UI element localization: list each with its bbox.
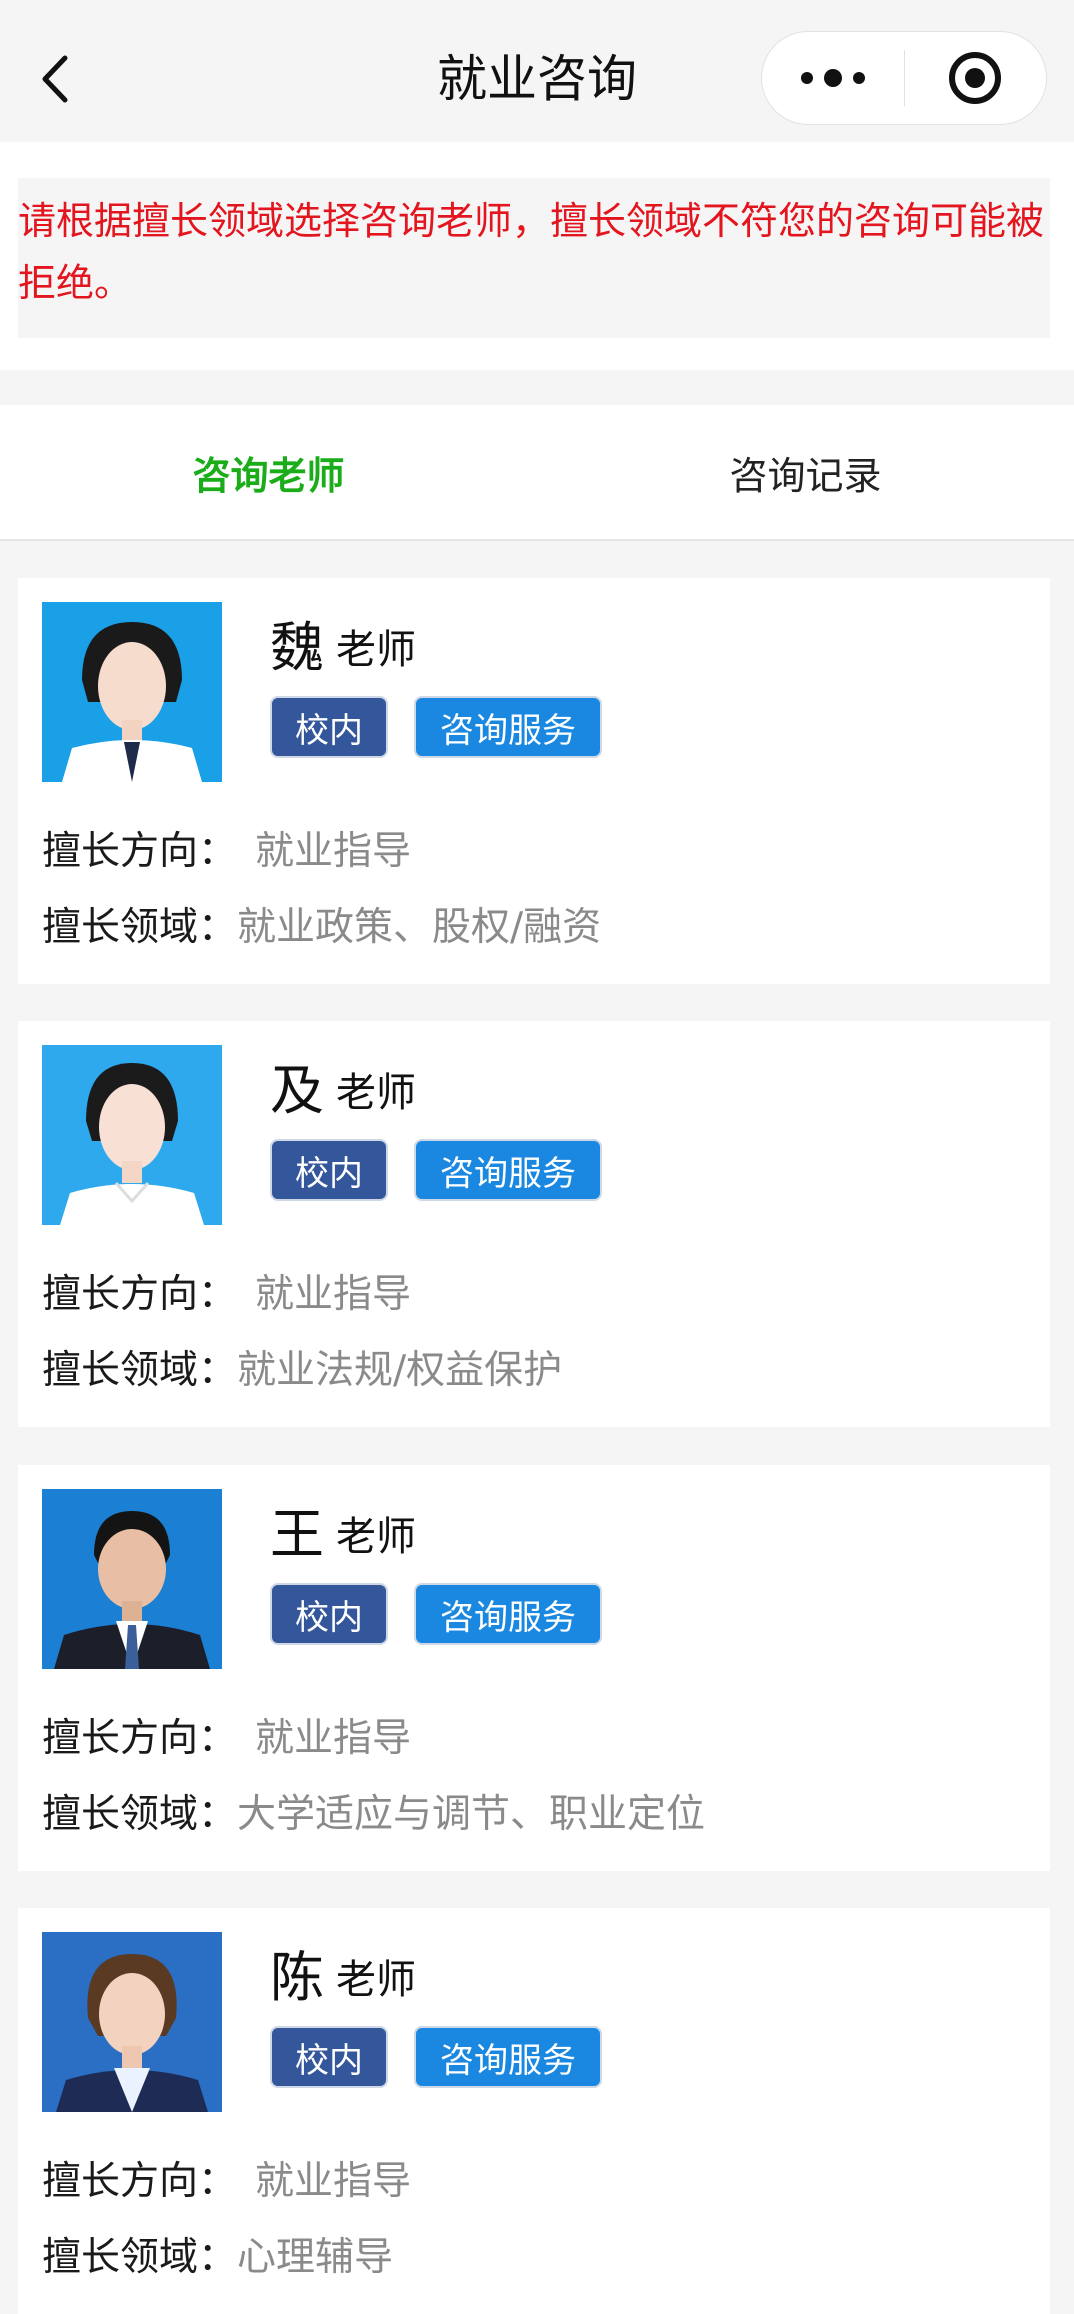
teacher-card[interactable]: 及 老师 校内 咨询服务 擅长方向： 就业指导 擅长领域： 就业法规/权益保护: [18, 1021, 1050, 1427]
mini-program-capsule: [761, 31, 1047, 125]
field-value: 心理辅导: [237, 2235, 394, 2280]
teacher-title: 老师: [336, 627, 416, 673]
direction-value: 就业指导: [255, 2159, 412, 2204]
teacher-surname: 魏: [270, 616, 324, 679]
tab-consult-records[interactable]: 咨询记录: [537, 405, 1074, 539]
teacher-title: 老师: [336, 1070, 416, 1116]
notice-section: 请根据擅长领域选择咨询老师，擅长领域不符您的咨询可能被拒绝。: [0, 142, 1074, 370]
teacher-title: 老师: [336, 1957, 416, 2003]
on-campus-badge: 校内: [270, 1139, 388, 1201]
direction-row: 擅长方向： 就业指导: [42, 1267, 411, 1323]
field-label: 擅长领域：: [42, 1792, 238, 1837]
teacher-photo: [42, 1932, 222, 2112]
teacher-tags: 校内 咨询服务: [270, 1139, 628, 1201]
direction-label: 擅长方向：: [42, 1272, 238, 1317]
teacher-surname: 陈: [270, 1946, 324, 2009]
consult-service-badge: 咨询服务: [414, 696, 602, 758]
field-row: 擅长领域： 就业法规/权益保护: [42, 1343, 562, 1399]
field-value: 大学适应与调节、职业定位: [237, 1792, 706, 1837]
teacher-photo: [42, 1489, 222, 1669]
consult-service-badge: 咨询服务: [414, 1583, 602, 1645]
on-campus-badge: 校内: [270, 2026, 388, 2088]
field-value: 就业政策、股权/融资: [237, 905, 602, 950]
direction-label: 擅长方向：: [42, 829, 238, 874]
teacher-tags: 校内 咨询服务: [270, 2026, 628, 2088]
teacher-card[interactable]: 王 老师 校内 咨询服务 擅长方向： 就业指导 擅长领域： 大学适应与调节、职业…: [18, 1465, 1050, 1871]
teacher-name: 王 老师: [270, 1495, 416, 1567]
teacher-name: 陈 老师: [270, 1938, 416, 2010]
more-button[interactable]: [762, 32, 904, 124]
direction-value: 就业指导: [255, 829, 412, 874]
field-label: 擅长领域：: [42, 905, 238, 950]
teacher-card[interactable]: 陈 老师 校内 咨询服务 擅长方向： 就业指导 擅长领域： 心理辅导: [18, 1908, 1050, 2314]
direction-label: 擅长方向：: [42, 2159, 238, 2204]
teacher-photo: [42, 1045, 222, 1225]
teacher-surname: 王: [270, 1503, 324, 1566]
on-campus-badge: 校内: [270, 1583, 388, 1645]
field-row: 擅长领域： 就业政策、股权/融资: [42, 900, 601, 956]
teacher-card[interactable]: 魏 老师 校内 咨询服务 擅长方向： 就业指导 擅长领域： 就业政策、股权/融资: [18, 578, 1050, 984]
more-dots-icon: [800, 69, 865, 87]
field-value: 就业法规/权益保护: [237, 1348, 563, 1393]
target-circle-icon: [949, 52, 1002, 104]
direction-value: 就业指导: [255, 1272, 412, 1317]
teacher-photo: [42, 602, 222, 782]
field-label: 擅长领域：: [42, 1348, 238, 1393]
direction-row: 擅长方向： 就业指导: [42, 1711, 411, 1767]
direction-row: 擅长方向： 就业指导: [42, 824, 411, 880]
teacher-tags: 校内 咨询服务: [270, 696, 628, 758]
consult-service-badge: 咨询服务: [414, 2026, 602, 2088]
close-button[interactable]: [905, 32, 1047, 124]
field-label: 擅长领域：: [42, 2235, 238, 2280]
teacher-surname: 及: [270, 1059, 324, 1122]
consult-service-badge: 咨询服务: [414, 1139, 602, 1201]
direction-value: 就业指导: [255, 1716, 412, 1761]
on-campus-badge: 校内: [270, 696, 388, 758]
tab-consult-teachers[interactable]: 咨询老师: [0, 405, 537, 539]
field-row: 擅长领域： 大学适应与调节、职业定位: [42, 1787, 705, 1843]
teacher-name: 魏 老师: [270, 608, 416, 680]
tab-bar: 咨询老师 咨询记录: [0, 405, 1074, 541]
notice-text: 请根据擅长领域选择咨询老师，擅长领域不符您的咨询可能被拒绝。: [18, 178, 1050, 338]
teacher-title: 老师: [336, 1514, 416, 1560]
direction-row: 擅长方向： 就业指导: [42, 2154, 411, 2210]
teacher-tags: 校内 咨询服务: [270, 1583, 628, 1645]
field-row: 擅长领域： 心理辅导: [42, 2230, 393, 2286]
teacher-name: 及 老师: [270, 1051, 416, 1123]
navigation-bar: 就业咨询: [0, 0, 1074, 142]
direction-label: 擅长方向：: [42, 1716, 238, 1761]
